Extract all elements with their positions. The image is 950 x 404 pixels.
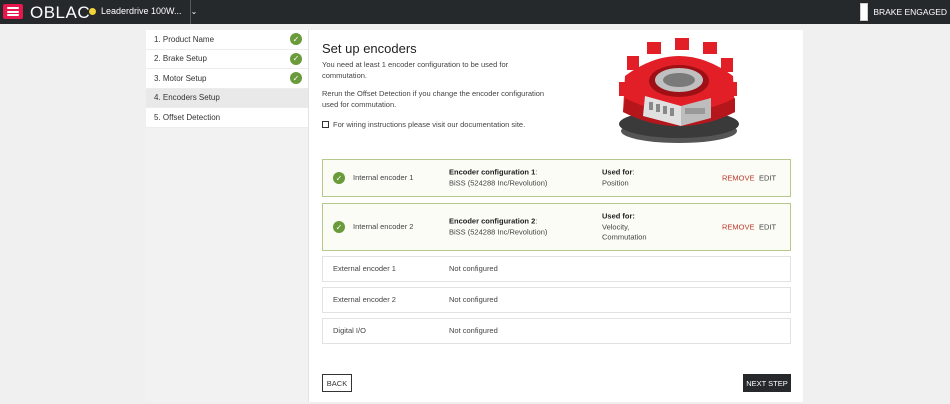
step-label: 1. Product Name [154,34,215,44]
device-selector[interactable]: Leaderdrive 100W... ⌄ [89,6,197,16]
encoder-status: Not configured [449,325,498,335]
used-for-title: Used for [602,167,633,177]
topbar-divider [190,0,191,24]
used-for-value: Position [602,178,629,187]
encoder-status: Not configured [449,263,498,273]
step-brake-setup[interactable]: 2. Brake Setup ✓ [146,49,308,69]
device-status-dot [89,7,96,15]
device-name: Leaderdrive 100W... [101,6,182,16]
actuator-illustration [619,38,739,143]
app-name: OBLAC [30,3,91,22]
encoder-row-internal-1: ✓ Internal encoder 1 Encoder configurati… [322,159,791,197]
encoder-name: External encoder 1 [333,263,396,273]
encoder-config-value: BiSS (524288 Inc/Revolution) [449,227,548,236]
encoder-name: Internal encoder 1 [353,172,414,182]
brake-indicator-icon [860,3,869,21]
brake-status-label: BRAKE ENGAGED [873,7,947,17]
encoder-row-digital-io[interactable]: Digital I/O Not configured [322,318,791,344]
encoder-config-value: BiSS (524288 Inc/Revolution) [449,178,548,187]
main-content: Set up encoders You need at least 1 enco… [322,30,794,402]
encoder-name: Internal encoder 2 [353,221,414,231]
remove-encoder-button[interactable]: REMOVE [722,223,755,232]
step-encoders-setup[interactable]: 4. Encoders Setup [146,88,308,108]
check-icon: ✓ [290,33,302,46]
encoder-row-external-2[interactable]: External encoder 2 Not configured [322,287,791,313]
encoder-name: Digital I/O [333,325,366,335]
encoder-config-title: Encoder configuration 2 [449,216,536,226]
step-label: 4. Encoders Setup [154,93,220,103]
step-label: 2. Brake Setup [154,54,207,64]
encoder-usage: Used for: Velocity, Commutation [602,211,647,243]
step-label: 3. Motor Setup [154,73,207,83]
used-for-value-2: Commutation [602,232,647,242]
check-icon: ✓ [333,172,345,184]
steps-sidebar: 1. Product Name ✓ 2. Brake Setup ✓ 3. Mo… [146,30,309,402]
check-icon: ✓ [333,221,345,233]
documentation-link-text: For wiring instructions please visit our… [333,120,526,129]
back-button[interactable]: BACK [322,374,352,392]
edit-encoder-button[interactable]: EDIT [759,174,776,183]
encoder-status: Not configured [449,294,498,304]
brake-status[interactable]: BRAKE ENGAGED [860,3,950,21]
encoder-row-external-1[interactable]: External encoder 1 Not configured [322,256,791,282]
next-step-button[interactable]: NEXT STEP [743,374,791,392]
step-label: 5. Offset Detection [154,112,221,122]
description-commutation: You need at least 1 encoder configuratio… [322,60,509,80]
step-product-name[interactable]: 1. Product Name ✓ [146,30,308,50]
page-title: Set up encoders [322,41,417,56]
encoder-config: Encoder configuration 2: BiSS (524288 In… [449,216,548,237]
external-link-icon [322,121,329,128]
wizard-card: 1. Product Name ✓ 2. Brake Setup ✓ 3. Mo… [146,30,803,402]
encoder-config: Encoder configuration 1: BiSS (524288 In… [449,167,548,188]
used-for-title: Used for: [602,211,635,221]
used-for-value-1: Velocity, [602,221,630,231]
remove-encoder-button[interactable]: REMOVE [722,174,755,183]
oblac-logo-icon[interactable] [3,4,23,19]
encoder-config-title: Encoder configuration 1 [449,167,536,177]
encoder-row-internal-2: ✓ Internal encoder 2 Encoder configurati… [322,203,791,251]
chevron-down-icon: ⌄ [190,6,198,16]
check-icon: ✓ [290,52,302,65]
step-offset-detection[interactable]: 5. Offset Detection [146,108,308,128]
documentation-link[interactable]: For wiring instructions please visit our… [322,120,525,129]
top-bar: OBLAC Leaderdrive 100W... ⌄ BRAKE ENGAGE… [0,0,950,24]
step-motor-setup[interactable]: 3. Motor Setup ✓ [146,69,308,89]
encoder-usage: Used for: Position [602,167,635,188]
encoder-name: External encoder 2 [333,294,396,304]
check-icon: ✓ [290,72,302,85]
description-offset: Rerun the Offset Detection if you change… [322,89,545,109]
edit-encoder-button[interactable]: EDIT [759,223,776,232]
